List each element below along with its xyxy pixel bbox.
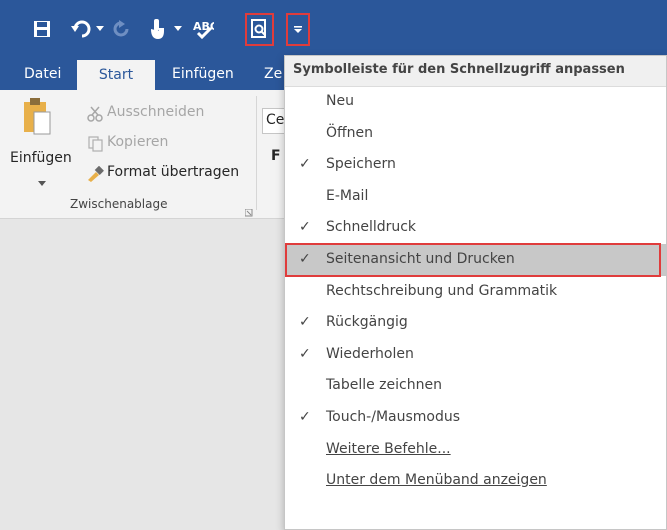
font-name-text: Ce — [266, 112, 285, 128]
undo-icon[interactable] — [70, 16, 94, 42]
checkmark-icon: ✓ — [299, 314, 311, 331]
menu-item-oeffnen[interactable]: Öffnen — [285, 118, 666, 150]
undo-dropdown-icon[interactable] — [94, 16, 106, 42]
tab-insert[interactable]: Einfügen — [172, 58, 234, 90]
tab-file[interactable]: Datei — [24, 58, 61, 90]
menu-item-label: Wiederholen — [326, 345, 414, 362]
redo-icon[interactable] — [110, 16, 134, 42]
menu-item-wiederholen[interactable]: ✓ Wiederholen — [285, 339, 666, 371]
menu-item-label: Schnelldruck — [326, 219, 417, 236]
svg-text:ABC: ABC — [193, 20, 214, 33]
checkmark-icon: ✓ — [299, 409, 311, 425]
menu-item-neu[interactable]: Neu — [285, 86, 666, 118]
menu-item-touch-mausmodus[interactable]: ✓ Touch-/Mausmodus — [285, 402, 666, 434]
checkmark-icon: ✓ — [299, 345, 311, 362]
checkmark-icon: ✓ — [299, 219, 311, 236]
menu-item-label: Tabelle zeichnen — [326, 377, 442, 394]
menu-item-weitere-befehle[interactable]: Weitere Befehle... — [285, 434, 666, 466]
scissors-icon — [87, 106, 103, 126]
menu-title: Symbolleiste für den Schnellzugriff anpa… — [293, 62, 625, 77]
save-icon[interactable] — [30, 16, 54, 42]
customize-qat-icon[interactable] — [290, 16, 306, 42]
group-divider — [256, 96, 257, 210]
menu-item-label: Öffnen — [326, 124, 374, 141]
tab-start[interactable]: Start — [77, 60, 155, 90]
menu-item-tabelle-zeichnen[interactable]: Tabelle zeichnen — [285, 370, 666, 402]
menu-item-rechtschreibung[interactable]: Rechtschreibung und Grammatik — [285, 276, 666, 308]
copy-button[interactable]: Kopieren — [107, 134, 168, 150]
menu-item-seitenansicht[interactable]: ✓ Seitenansicht und Drucken — [285, 244, 666, 276]
menu-item-rueckgaengig[interactable]: ✓ Rückgängig — [285, 307, 666, 339]
copy-icon — [88, 136, 104, 156]
checkmark-icon: ✓ — [299, 156, 311, 173]
menu-item-label: Speichern — [326, 156, 396, 173]
menu-item-email[interactable]: E-Mail — [285, 181, 666, 213]
menu-item-speichern[interactable]: ✓ Speichern — [285, 149, 666, 181]
menu-item-label: Rechtschreibung und Grammatik — [326, 282, 558, 299]
menu-item-label: Weitere Befehle... — [326, 440, 451, 457]
tab-design-partial[interactable]: Ze — [264, 58, 282, 90]
menu-item-label: E-Mail — [326, 187, 369, 204]
bold-button-partial[interactable]: F — [271, 148, 281, 164]
title-bar: ABC — [0, 0, 667, 58]
touch-dropdown-icon[interactable] — [172, 16, 184, 42]
menu-item-label: Neu — [326, 93, 354, 109]
spellcheck-icon[interactable]: ABC — [190, 16, 216, 42]
menu-item-schnelldruck[interactable]: ✓ Schnelldruck — [285, 212, 666, 244]
format-painter-icon — [86, 165, 104, 186]
menu-header: Symbolleiste für den Schnellzugriff anpa… — [285, 56, 666, 87]
print-preview-icon[interactable] — [248, 16, 270, 42]
paste-button[interactable]: Einfügen — [10, 150, 72, 166]
cut-button[interactable]: Ausschneiden — [107, 104, 204, 120]
clipboard-group-label: Zwischenablage — [70, 197, 168, 211]
menu-item-label: Touch-/Mausmodus — [326, 409, 461, 425]
format-painter-button[interactable]: Format übertragen — [107, 164, 239, 180]
clipboard-paste-icon[interactable] — [24, 98, 52, 142]
customize-qat-menu: Symbolleiste für den Schnellzugriff anpa… — [284, 55, 667, 530]
touch-mode-icon[interactable] — [144, 16, 170, 42]
menu-item-label: Unter dem Menüband anzeigen — [326, 472, 547, 489]
menu-item-label: Rückgängig — [326, 314, 408, 331]
checkmark-icon: ✓ — [299, 251, 311, 267]
menu-item-label: Seitenansicht und Drucken — [326, 251, 515, 267]
menu-item-unter-menueband[interactable]: Unter dem Menüband anzeigen — [285, 465, 666, 497]
paste-dropdown-icon[interactable] — [38, 172, 46, 191]
